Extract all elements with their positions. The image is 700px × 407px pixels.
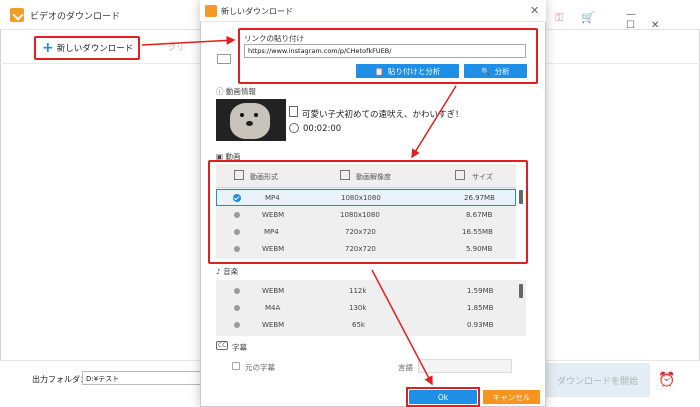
language-label: 言語 bbox=[398, 363, 413, 372]
audio-format: WEBM bbox=[262, 287, 285, 295]
ok-button[interactable]: Ok bbox=[409, 390, 477, 404]
row-size: 5.90MB bbox=[466, 245, 493, 253]
format-icon bbox=[234, 170, 244, 180]
language-select[interactable] bbox=[418, 359, 512, 373]
audio-size: 1.59MB bbox=[467, 287, 494, 295]
radio-icon[interactable] bbox=[234, 246, 240, 252]
output-folder-label: 出力フォルダ： bbox=[32, 375, 88, 384]
audio-section-header: ♪ 音楽 bbox=[216, 267, 239, 276]
main-window-title: ビデオのダウンロード bbox=[30, 12, 121, 22]
radio-icon[interactable] bbox=[234, 288, 240, 294]
row-format: MP4 bbox=[264, 228, 279, 236]
resolution-icon bbox=[340, 170, 350, 180]
video-row[interactable]: MP4 1080x1080 26.97MB bbox=[216, 189, 516, 206]
clock-icon bbox=[289, 123, 299, 133]
col-resolution: 動画解像度 bbox=[356, 173, 391, 181]
audio-format: WEBM bbox=[262, 321, 285, 329]
cancel-button[interactable]: キャンセル bbox=[483, 390, 540, 404]
window-controls[interactable]: —☐✕ bbox=[626, 9, 700, 31]
video-scrollbar[interactable] bbox=[519, 190, 523, 204]
radio-icon[interactable] bbox=[234, 229, 240, 235]
audio-bitrate: 130k bbox=[349, 304, 367, 312]
key-cart-icons[interactable]: ⚿🛒 bbox=[555, 11, 613, 25]
original-subtitle-checkbox[interactable] bbox=[232, 362, 240, 370]
video-row[interactable]: WEBM 720x720 5.90MB bbox=[216, 241, 516, 258]
audio-size: 0.93MB bbox=[467, 321, 494, 329]
video-row[interactable]: WEBM 1080x1080 8.67MB bbox=[216, 207, 516, 224]
radio-icon[interactable] bbox=[234, 212, 240, 218]
row-size: 16.55MB bbox=[462, 228, 493, 236]
link-input[interactable]: https://www.instagram.com/p/CHetofkFUEB/ bbox=[244, 44, 526, 58]
size-icon bbox=[455, 170, 465, 180]
audio-row[interactable]: M4A 130k 1.85MB bbox=[216, 300, 516, 317]
row-format: MP4 bbox=[265, 194, 280, 202]
new-download-label: 新しいダウンロード bbox=[56, 44, 134, 54]
paste-analyze-button[interactable]: 📋 貼り付けと分析 bbox=[356, 64, 459, 78]
link-side-icon bbox=[217, 54, 231, 64]
row-resolution: 1080x1080 bbox=[340, 211, 380, 219]
file-icon bbox=[289, 106, 298, 117]
video-duration: 00:02:00 bbox=[303, 124, 342, 134]
row-resolution: 1080x1080 bbox=[341, 194, 381, 202]
audio-bitrate: 112k bbox=[349, 287, 367, 295]
video-thumbnail bbox=[216, 99, 286, 141]
search-icon: 🔍 bbox=[481, 66, 491, 76]
original-subtitle-label: 元の字幕 bbox=[245, 363, 275, 372]
paste-analyze-label: 貼り付けと分析 bbox=[387, 66, 441, 76]
start-download-button[interactable]: ダウンロードを開始 bbox=[540, 363, 650, 397]
analyze-label: 分析 bbox=[494, 66, 510, 76]
radio-icon[interactable] bbox=[234, 305, 240, 311]
row-size: 26.97MB bbox=[464, 194, 495, 202]
audio-bitrate: 65k bbox=[352, 321, 365, 329]
paste-faint-label: クリ bbox=[168, 43, 184, 52]
alarm-clock-icon[interactable]: ⏰ bbox=[658, 372, 675, 388]
close-icon[interactable]: ✕ bbox=[530, 4, 539, 17]
selected-check-icon[interactable] bbox=[233, 194, 241, 202]
row-size: 8.67MB bbox=[466, 211, 493, 219]
new-download-button[interactable]: + 新しいダウンロード bbox=[34, 36, 140, 60]
audio-scrollbar[interactable] bbox=[519, 284, 523, 298]
row-resolution: 720x720 bbox=[345, 228, 376, 236]
video-row[interactable]: MP4 720x720 16.55MB bbox=[216, 224, 516, 241]
app-download-icon bbox=[10, 8, 24, 22]
clipboard-icon: 📋 bbox=[374, 66, 384, 76]
audio-size: 1.85MB bbox=[467, 304, 494, 312]
row-format: WEBM bbox=[262, 245, 285, 253]
row-format: WEBM bbox=[262, 211, 285, 219]
video-info-header: ⓘ 動画情報 bbox=[216, 87, 256, 96]
subtitle-header: 字幕 bbox=[232, 343, 247, 352]
video-title: 可愛い子犬初めての遠吠え、かわいすぎ！ bbox=[302, 110, 464, 120]
col-size: サイズ bbox=[472, 173, 493, 181]
col-format: 動画形式 bbox=[250, 173, 278, 181]
row-resolution: 720x720 bbox=[345, 245, 376, 253]
audio-row[interactable]: WEBM 65k 0.93MB bbox=[216, 317, 516, 334]
analyze-button[interactable]: 🔍 分析 bbox=[464, 64, 527, 78]
cc-icon: CC bbox=[216, 341, 229, 350]
dialog-title: 新しいダウンロード bbox=[221, 7, 293, 16]
audio-row[interactable]: WEBM 112k 1.59MB bbox=[216, 283, 516, 300]
header-divider bbox=[216, 187, 516, 188]
plus-icon: + bbox=[42, 40, 54, 56]
dialog-app-icon bbox=[205, 5, 217, 17]
output-folder-field[interactable]: D:¥テスト bbox=[82, 371, 208, 385]
link-label: リンクの貼り付け bbox=[244, 34, 304, 43]
radio-icon[interactable] bbox=[234, 322, 240, 328]
audio-format: M4A bbox=[265, 304, 281, 312]
